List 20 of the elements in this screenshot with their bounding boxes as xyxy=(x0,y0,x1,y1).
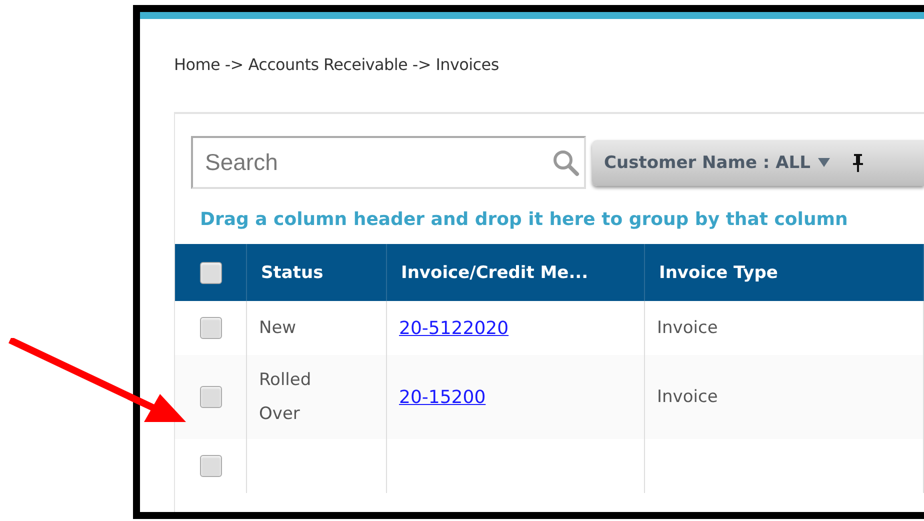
type-cell-text: Invoice xyxy=(657,317,719,340)
column-header[interactable]: Status xyxy=(261,262,324,282)
checkbox[interactable] xyxy=(200,317,222,339)
filter-label: Customer Name : ALL xyxy=(604,152,810,172)
status-cell-text: New xyxy=(259,317,298,340)
search-field[interactable]: Search xyxy=(191,136,586,189)
group-by-hint: Drag a column header and drop it here to group by that column xyxy=(200,209,849,230)
invoice-link[interactable]: 20-5122020 xyxy=(399,318,509,338)
breadcrumb: Home -> Accounts Receivable -> Invoices xyxy=(174,55,500,74)
checkbox[interactable] xyxy=(200,262,222,284)
checkbox[interactable] xyxy=(200,386,222,408)
checkbox[interactable] xyxy=(200,455,222,477)
pin-icon[interactable] xyxy=(852,152,864,172)
customer-filter[interactable]: Customer Name : ALL xyxy=(592,140,924,186)
search-icon xyxy=(552,149,580,177)
status-cell-text: Rolled Over xyxy=(259,369,312,426)
column-header[interactable]: Invoice Type xyxy=(659,262,778,282)
invoice-link[interactable]: 20-15200 xyxy=(399,386,486,408)
caret-icon xyxy=(818,158,830,167)
type-cell-text: Invoice xyxy=(657,386,719,409)
